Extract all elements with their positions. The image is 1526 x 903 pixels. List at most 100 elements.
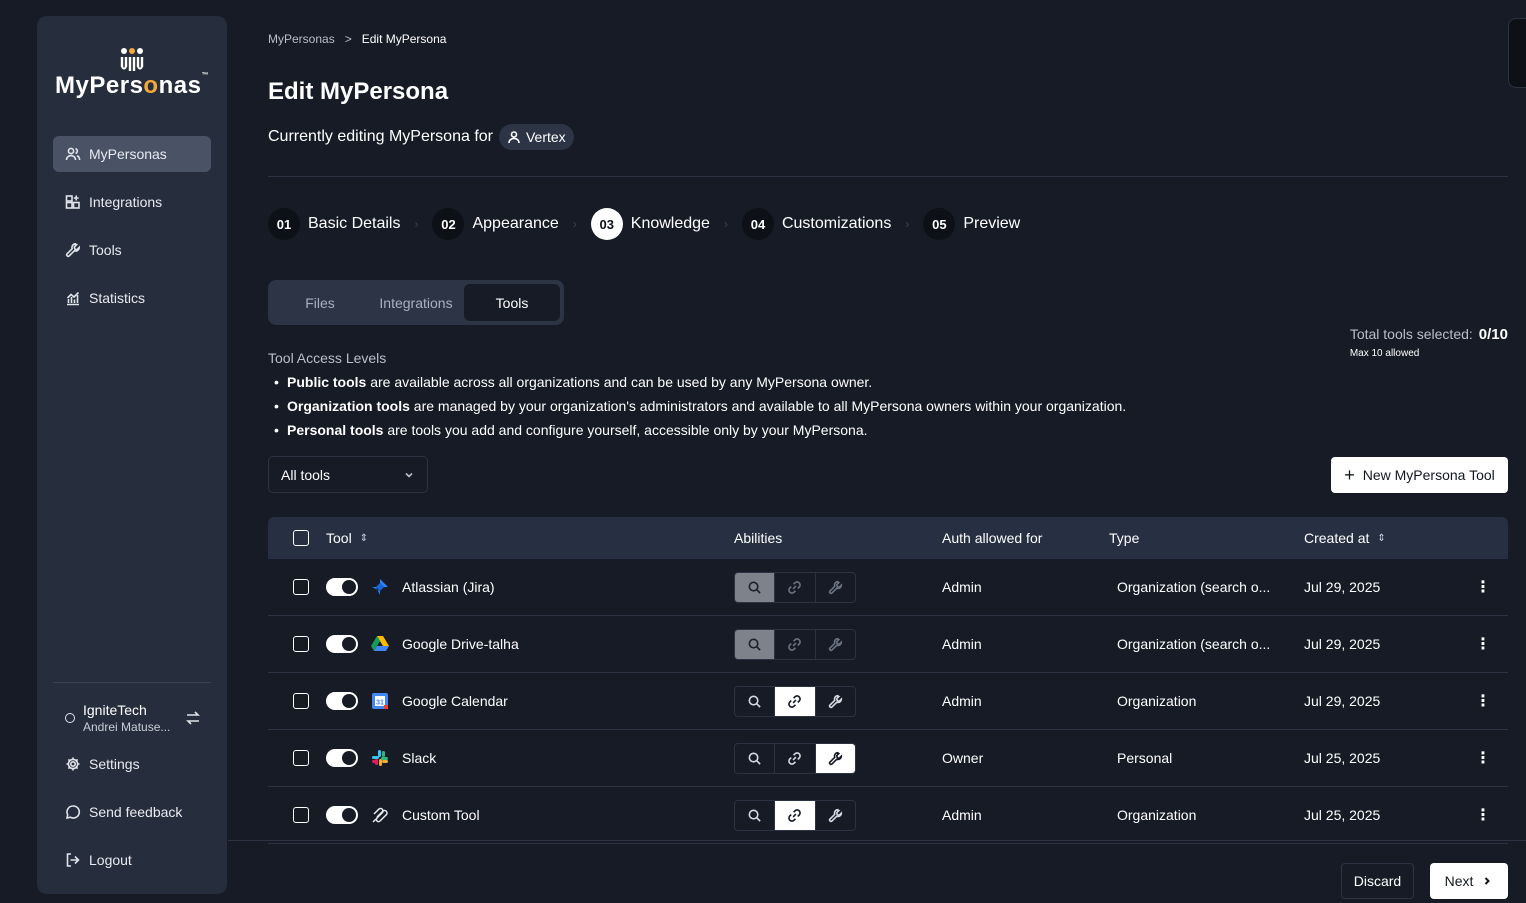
sidebar-item-mypersonas[interactable]: MyPersonas	[53, 136, 211, 172]
tab-integrations[interactable]: Integrations	[368, 284, 464, 321]
jira-icon	[370, 577, 390, 597]
tool-name: Atlassian (Jira)	[402, 579, 495, 595]
ability-search[interactable]	[735, 629, 776, 659]
sidebar-item-feedback[interactable]: Send feedback	[53, 794, 211, 830]
abilities-group	[734, 571, 856, 603]
google-drive-icon	[370, 634, 390, 654]
next-button[interactable]: Next	[1430, 863, 1508, 899]
row-checkbox[interactable]	[293, 807, 309, 823]
wrench-icon	[828, 808, 842, 822]
sidebar-item-label: Statistics	[89, 290, 146, 306]
abilities-group	[734, 628, 856, 660]
type-value: Organization	[1117, 807, 1197, 823]
more-options-icon[interactable]: ⋮	[1475, 730, 1491, 786]
discard-button[interactable]: Discard	[1341, 863, 1414, 899]
ability-link[interactable]	[775, 629, 816, 659]
row-checkbox[interactable]	[293, 636, 309, 652]
tool-enabled-toggle[interactable]	[326, 806, 358, 824]
tab-tools[interactable]: Tools	[464, 284, 560, 321]
step-appearance[interactable]: 02 Appearance	[432, 208, 559, 240]
tool-filter-select[interactable]: All tools	[268, 456, 428, 493]
sidebar-item-integrations[interactable]: Integrations	[53, 184, 211, 220]
select-all-cell	[293, 517, 309, 559]
tool-enabled-toggle[interactable]	[326, 749, 358, 767]
header-created[interactable]: Created at ⇕	[1304, 517, 1386, 559]
user-icon	[508, 131, 520, 144]
ability-action[interactable]	[816, 801, 855, 830]
new-tool-label: New MyPersona Tool	[1362, 467, 1495, 483]
page-title: Edit MyPersona	[268, 78, 449, 105]
ability-search[interactable]	[735, 686, 776, 716]
more-options-icon[interactable]: ⋮	[1475, 616, 1491, 672]
knowledge-tabs: Files Integrations Tools	[268, 280, 564, 325]
row-checkbox[interactable]	[293, 579, 309, 595]
row-checkbox[interactable]	[293, 750, 309, 766]
total-value: 0/10	[1478, 326, 1508, 343]
next-label: Next	[1444, 873, 1474, 889]
ability-link[interactable]	[775, 686, 816, 716]
persona-chip: Vertex	[498, 124, 574, 150]
tool-enabled-toggle[interactable]	[326, 692, 358, 710]
sidebar-item-tools[interactable]: Tools	[53, 232, 211, 268]
ability-action[interactable]	[816, 573, 855, 602]
wrench-icon	[828, 751, 842, 765]
ability-action[interactable]	[815, 743, 855, 773]
ability-link[interactable]	[775, 743, 816, 773]
sidebar-item-statistics[interactable]: Statistics	[53, 280, 211, 316]
ability-action[interactable]	[816, 630, 855, 659]
sidebar-item-logout[interactable]: Logout	[53, 842, 211, 878]
sidebar-item-label: MyPersonas	[89, 146, 167, 162]
slack-icon	[370, 748, 390, 768]
tool-name: Custom Tool	[402, 807, 480, 823]
more-options-icon[interactable]: ⋮	[1475, 559, 1491, 615]
ability-search[interactable]	[735, 572, 776, 602]
link-icon	[788, 751, 802, 765]
brand-name: MyPersonas™	[55, 72, 209, 99]
tool-enabled-toggle[interactable]	[326, 635, 358, 653]
more-options-icon[interactable]: ⋮	[1475, 787, 1491, 843]
ability-search[interactable]	[735, 743, 776, 773]
step-separator-icon: ›	[572, 217, 577, 231]
ability-link[interactable]	[775, 572, 816, 602]
switch-arrows-icon[interactable]	[185, 710, 201, 726]
abilities-group	[734, 799, 856, 831]
table-row: Custom Tool Admin Organization Jul 25, 2…	[268, 787, 1508, 844]
auth-value: Admin	[942, 636, 982, 652]
step-separator-icon: ›	[414, 217, 419, 231]
total-row: Total tools selected: 0/10	[1350, 326, 1508, 343]
table-header: Tool ⇕ Abilities Auth allowed for Type Cr…	[268, 517, 1508, 559]
app-root: MyPersonas™ MyPersonas Integrations Tool…	[0, 0, 1526, 903]
step-knowledge[interactable]: 03 Knowledge	[590, 208, 710, 240]
sidebar-divider	[53, 682, 211, 683]
tool-enabled-toggle[interactable]	[326, 578, 358, 596]
row-checkbox[interactable]	[293, 693, 309, 709]
header-tool[interactable]: Tool ⇕	[326, 517, 368, 559]
breadcrumb-root[interactable]: MyPersonas	[268, 32, 335, 46]
stepper: 01 Basic Details › 02 Appearance › 03 Kn…	[268, 208, 1020, 240]
select-all-checkbox[interactable]	[293, 530, 309, 546]
ability-search[interactable]	[735, 800, 776, 830]
step-preview[interactable]: 05 Preview	[923, 208, 1020, 240]
new-tool-button[interactable]: + New MyPersona Tool	[1331, 457, 1508, 493]
step-customizations[interactable]: 04 Customizations	[741, 208, 892, 240]
list-item: Personal tools are tools you add and con…	[274, 422, 1126, 446]
more-options-icon[interactable]: ⋮	[1475, 673, 1491, 729]
sort-icon: ⇕	[359, 532, 369, 544]
sidebar-item-settings[interactable]: Settings	[53, 746, 211, 782]
logout-icon	[66, 853, 80, 867]
ability-link[interactable]	[775, 800, 816, 830]
step-label: Customizations	[781, 215, 892, 232]
step-basic-details[interactable]: 01 Basic Details	[268, 208, 400, 240]
access-levels-title: Tool Access Levels	[268, 350, 387, 366]
side-panel-handle[interactable]	[1508, 18, 1526, 88]
table-row: Google Drive-talha Admin Organization (s…	[268, 616, 1508, 673]
table-row: Atlassian (Jira) Admin Organization (sea…	[268, 559, 1508, 616]
tab-files[interactable]: Files	[272, 284, 368, 321]
plus-icon: +	[1344, 465, 1355, 485]
header-auth: Auth allowed for	[942, 530, 1043, 546]
chat-icon	[65, 805, 81, 820]
org-switcher[interactable]: IgniteTech Andrei Matuse...	[53, 694, 211, 742]
ability-action[interactable]	[816, 687, 855, 716]
access-levels-list: Public tools are available across all or…	[274, 374, 1126, 446]
brand-logo[interactable]: MyPersonas™	[37, 46, 227, 100]
